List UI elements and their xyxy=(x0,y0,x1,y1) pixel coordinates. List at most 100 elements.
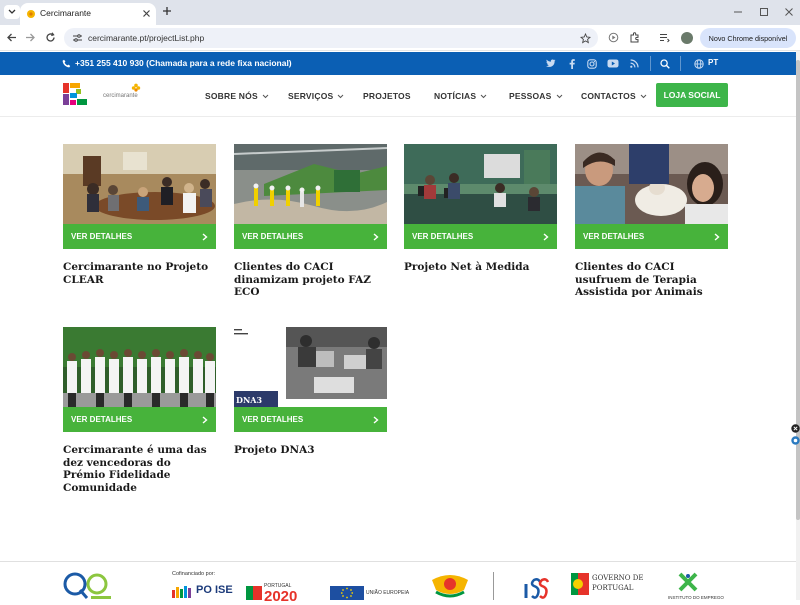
project-image[interactable] xyxy=(63,327,216,407)
project-title[interactable]: Clientes do CACI usufruem de Terapia Ass… xyxy=(575,261,728,299)
language-selector[interactable]: PT xyxy=(708,58,718,67)
side-panel-close-icon[interactable] xyxy=(791,424,800,433)
browser-toolbar: cercimarante.pt/projectList.php Novo Chr… xyxy=(0,25,800,51)
chevron-right-icon xyxy=(202,415,208,424)
side-panel-widget-icon[interactable] xyxy=(791,436,800,445)
menu-pessoas[interactable]: PESSOAS xyxy=(509,91,563,101)
maximize-icon[interactable] xyxy=(759,7,769,17)
reading-list-icon[interactable] xyxy=(659,32,670,43)
ver-detalhes-button[interactable]: VER DETALHES xyxy=(575,224,728,249)
menu-servicos[interactable]: SERVIÇOS xyxy=(288,91,344,101)
menu-contactos[interactable]: CONTACTOS xyxy=(581,91,647,101)
project-image[interactable] xyxy=(575,144,728,224)
tab-search-button[interactable] xyxy=(4,5,20,19)
project-card: DNA3 VER DETALHES Projeto DNA3 xyxy=(234,327,387,457)
project-image[interactable] xyxy=(404,144,557,224)
menu-noticias[interactable]: NOTÍCIAS xyxy=(434,91,487,101)
media-icon[interactable] xyxy=(608,32,619,43)
chevron-right-icon xyxy=(373,415,379,424)
site-topbar: +351 255 410 930 (Chamada para a rede fi… xyxy=(0,52,796,75)
footer-separator xyxy=(493,572,494,600)
project-title[interactable]: Cercimarante é uma das dez vencedoras do… xyxy=(63,444,216,494)
ver-detalhes-button[interactable]: VER DETALHES xyxy=(234,407,387,432)
project-image[interactable] xyxy=(63,144,216,224)
project-title[interactable]: Projeto DNA3 xyxy=(234,444,387,457)
chevron-down-icon xyxy=(8,9,16,15)
ver-detalhes-button[interactable]: VER DETALHES xyxy=(63,407,216,432)
portugal2020-logo-icon xyxy=(246,586,262,600)
scrollbar-thumb[interactable] xyxy=(796,60,800,520)
globe-icon[interactable] xyxy=(694,59,704,69)
portugal-government-emblem-icon xyxy=(571,573,589,595)
site-header: cercimarante SOBRE NÓS SERVIÇOS PROJETOS… xyxy=(0,75,796,117)
back-arrow-icon[interactable] xyxy=(6,32,17,43)
menu-projetos[interactable]: PROJETOS xyxy=(363,91,411,101)
youtube-icon[interactable] xyxy=(607,59,619,68)
close-icon[interactable] xyxy=(142,9,151,18)
chevron-down-icon xyxy=(640,94,647,99)
topbar-divider xyxy=(650,56,651,71)
chevron-right-icon xyxy=(373,232,379,241)
tab-title: Cercimarante xyxy=(40,8,92,18)
site-info-icon[interactable] xyxy=(72,33,83,43)
project-title[interactable]: Clientes do CACI dinamizam projeto FAZ E… xyxy=(234,261,387,299)
eqavet-certification-logo xyxy=(63,570,113,600)
loja-social-button[interactable]: LOJA SOCIAL xyxy=(656,83,728,107)
ver-detalhes-button[interactable]: VER DETALHES xyxy=(404,224,557,249)
government-label-1: GOVERNO DE xyxy=(592,574,644,582)
poise-label: PO ISE xyxy=(196,584,233,596)
reload-icon[interactable] xyxy=(45,32,56,43)
menu-sobre-nos[interactable]: SOBRE NÓS xyxy=(205,91,269,101)
phone-icon xyxy=(62,59,71,68)
iefp-label: INSTITUTO DO EMPREGO xyxy=(668,595,724,600)
project-image[interactable]: DNA3 xyxy=(234,327,387,407)
sponsors-footer: Cofinanciado por: PO ISE PORTUGAL 2020 U… xyxy=(0,562,796,604)
iss-logo-icon xyxy=(524,576,550,600)
facebook-icon[interactable] xyxy=(569,59,575,69)
favicon-icon xyxy=(26,9,36,19)
minimize-icon[interactable] xyxy=(733,7,743,17)
phone-contact[interactable]: +351 255 410 930 (Chamada para a rede fi… xyxy=(62,58,292,68)
address-bar[interactable]: cercimarante.pt/projectList.php xyxy=(64,28,598,48)
chrome-update-button[interactable]: Novo Chrome disponível xyxy=(700,28,796,48)
instagram-icon[interactable] xyxy=(587,59,597,69)
browser-tab-bar: Cercimarante xyxy=(0,0,800,25)
profile-avatar[interactable] xyxy=(681,32,693,44)
project-card: VER DETALHES Projeto Net à Medida xyxy=(404,144,557,274)
browser-tab[interactable]: Cercimarante xyxy=(20,3,156,25)
chevron-right-icon xyxy=(202,232,208,241)
project-title[interactable]: Cercimarante no Projeto CLEAR xyxy=(63,261,216,286)
project-card: VER DETALHES Clientes do CACI dinamizam … xyxy=(234,144,387,299)
project-card: VER DETALHES Cercimarante é uma das dez … xyxy=(63,327,216,494)
cercimarante-logo[interactable] xyxy=(63,83,89,105)
url-text: cercimarante.pt/projectList.php xyxy=(88,33,205,43)
republic-emblem-icon xyxy=(428,572,472,598)
topbar-divider xyxy=(680,56,681,71)
portugal2020-year: 2020 xyxy=(264,588,298,605)
project-card: VER DETALHES Cercimarante no Projeto CLE… xyxy=(63,144,216,286)
chevron-down-icon xyxy=(262,94,269,99)
rss-icon[interactable] xyxy=(630,59,639,68)
project-card: VER DETALHES Clientes do CACI usufruem d… xyxy=(575,144,728,299)
dna3-image-caption: DNA3 xyxy=(236,395,263,405)
extensions-icon[interactable] xyxy=(629,32,640,43)
cofinanced-label: Cofinanciado por: xyxy=(172,571,216,577)
bookmark-star-icon[interactable] xyxy=(580,33,591,44)
forward-arrow-icon[interactable] xyxy=(25,32,36,43)
chevron-down-icon xyxy=(337,94,344,99)
ver-detalhes-button[interactable]: VER DETALHES xyxy=(63,224,216,249)
close-window-icon[interactable] xyxy=(784,7,794,17)
phone-number: +351 255 410 930 (Chamada para a rede fi… xyxy=(75,58,292,68)
chevron-right-icon xyxy=(543,232,549,241)
project-title[interactable]: Projeto Net à Medida xyxy=(404,261,557,274)
iefp-logo-icon xyxy=(676,572,700,594)
ver-detalhes-button[interactable]: VER DETALHES xyxy=(234,224,387,249)
search-icon[interactable] xyxy=(660,59,670,69)
poise-logo-icon xyxy=(172,584,194,598)
twitter-icon[interactable] xyxy=(546,59,556,68)
project-image[interactable] xyxy=(234,144,387,224)
logo-wordmark: cercimarante xyxy=(103,93,138,99)
government-label-2: PORTUGAL xyxy=(592,584,634,592)
new-tab-icon[interactable] xyxy=(162,6,172,16)
eu-flag-icon xyxy=(330,586,364,600)
